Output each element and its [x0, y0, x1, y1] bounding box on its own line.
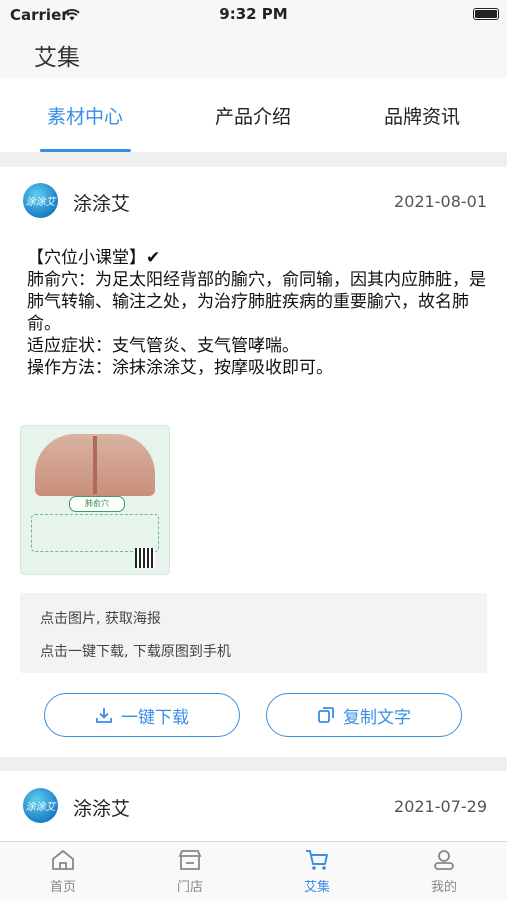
content-line: 【穴位小课堂】✔ [27, 248, 161, 268]
hint-line: 点击一键下载, 下载原图到手机 [40, 644, 231, 660]
content-line: 肺俞穴：为足太阳经背部的腧穴，俞同输，因其内应肺脏，是肺气转输、输注之处，为治疗… [27, 270, 486, 334]
author-name: 涂涂艾 [73, 193, 131, 215]
download-label: 一键下载 [121, 707, 189, 728]
category-tabs: 素材中心 产品介绍 品牌资讯 [0, 78, 507, 152]
content-line: 操作方法：涂抹涂涂艾，按摩吸收即可。 [27, 358, 333, 378]
copy-label: 复制文字 [343, 707, 411, 728]
qr-code-icon [135, 548, 155, 568]
hint-line: 点击图片, 获取海报 [40, 611, 161, 627]
active-tab-indicator [40, 149, 131, 152]
spine-line [93, 436, 97, 494]
tabbar-label: 首页 [49, 880, 76, 895]
avatar: 涂涂艾 [23, 788, 58, 823]
author-name: 涂涂艾 [73, 798, 131, 820]
avatar-text: 涂涂艾 [25, 802, 56, 813]
nav-bar: 艾集 [0, 30, 507, 78]
hint-box: 点击图片, 获取海报 点击一键下载, 下载原图到手机 [20, 593, 487, 673]
clock: 9:32 PM [219, 5, 288, 23]
download-icon [96, 708, 112, 723]
tabbar-label: 艾集 [303, 880, 330, 895]
post-card: 涂涂艾 涂涂艾 2021-08-01 【穴位小课堂】✔ 肺俞穴：为足太阳经背部的… [0, 167, 507, 757]
post-date: 2021-08-01 [394, 192, 487, 211]
tabbar-label: 门店 [176, 880, 203, 895]
status-bar: Carrier 9:32 PM [0, 0, 507, 30]
tab-product-intro[interactable]: 产品介绍 [178, 102, 328, 129]
avatar: 涂涂艾 [23, 183, 58, 218]
bottom-tab-bar: 首页 门店 艾集 我的 [0, 841, 507, 901]
tabbar-item-aiji[interactable]: 艾集 [254, 848, 380, 895]
poster-text-box [31, 514, 159, 552]
store-icon [178, 850, 202, 870]
avatar-text: 涂涂艾 [25, 197, 56, 208]
poster-label: 肺俞穴 [69, 496, 125, 512]
page-title: 艾集 [34, 45, 80, 71]
home-icon [52, 850, 74, 870]
user-icon [434, 850, 454, 870]
battery-icon [473, 8, 499, 20]
tab-brand-news[interactable]: 品牌资讯 [347, 102, 497, 129]
tabbar-item-store[interactable]: 门店 [127, 848, 253, 895]
post-content: 【穴位小课堂】✔ 肺俞穴：为足太阳经背部的腧穴，俞同输，因其内应肺脏，是肺气转输… [27, 247, 487, 379]
cart-icon [306, 850, 328, 870]
poster-image[interactable]: 肺俞穴 [20, 425, 170, 575]
tab-material-center[interactable]: 素材中心 [10, 102, 160, 129]
post-date: 2021-07-29 [394, 797, 487, 816]
copy-text-button[interactable]: 复制文字 [266, 693, 462, 737]
post-card: 涂涂艾 涂涂艾 2021-07-29 [0, 771, 507, 841]
content-line: 适应症状：支气管炎、支气管哮喘。 [27, 336, 299, 356]
download-button[interactable]: 一键下载 [44, 693, 240, 737]
tabbar-label: 我的 [430, 880, 457, 895]
copy-icon [318, 707, 334, 723]
tabbar-item-home[interactable]: 首页 [0, 848, 126, 895]
tabbar-item-mine[interactable]: 我的 [381, 848, 507, 895]
